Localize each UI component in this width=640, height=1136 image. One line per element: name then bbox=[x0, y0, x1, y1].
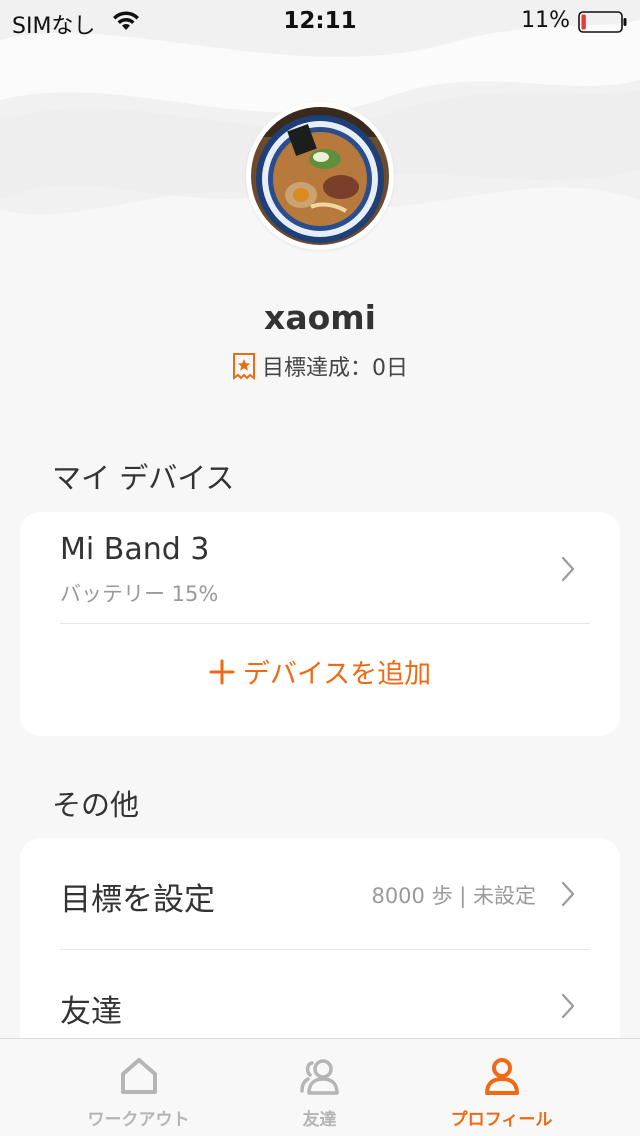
chevron-right-icon bbox=[561, 993, 575, 1019]
set-goal-label: 目標を設定 bbox=[60, 882, 215, 918]
set-goal-row[interactable]: 目標を設定 8000 歩 | 未設定 bbox=[20, 838, 620, 950]
tab-bar: ワークアウト 友達 プロフィール bbox=[0, 1038, 640, 1136]
add-device-label: デバイスを追加 bbox=[242, 659, 432, 690]
goal-streak: 目標達成：0日 bbox=[0, 350, 640, 382]
tab-profile[interactable]: プロフィール bbox=[395, 1039, 608, 1136]
friends-label: 友達 bbox=[60, 994, 122, 1030]
device-battery: バッテリー 15% bbox=[60, 582, 219, 606]
add-device-button[interactable]: デバイスを追加 bbox=[20, 652, 620, 691]
ramen-bowl-photo bbox=[251, 107, 389, 245]
avatar[interactable] bbox=[246, 102, 394, 250]
profile-screen: SIMなし 12:11 11% xaomi 目標達成：0日 マイ デバイス Mi… bbox=[0, 0, 640, 1136]
star-badge-icon bbox=[233, 353, 255, 380]
device-name: Mi Band 3 bbox=[60, 532, 210, 567]
battery-level-fill bbox=[581, 14, 586, 30]
tab-profile-label: プロフィール bbox=[450, 1110, 553, 1130]
divider bbox=[60, 623, 590, 624]
chevron-right-icon bbox=[561, 881, 575, 907]
battery-percent-label: 11% bbox=[521, 8, 570, 33]
home-icon bbox=[121, 1058, 157, 1094]
others-heading: その他 bbox=[52, 788, 140, 822]
set-goal-value: 8000 歩 | 未設定 bbox=[371, 884, 536, 908]
devices-card: Mi Band 3 バッテリー 15% デバイスを追加 bbox=[20, 512, 620, 736]
battery-icon bbox=[578, 11, 627, 33]
status-bar: SIMなし 12:11 11% bbox=[0, 0, 640, 44]
username: xaomi bbox=[264, 298, 376, 337]
chevron-right-icon bbox=[561, 556, 575, 582]
profile-icon bbox=[485, 1058, 519, 1095]
plus-icon bbox=[209, 659, 235, 684]
device-row-mi-band-3[interactable]: Mi Band 3 バッテリー 15% bbox=[20, 512, 620, 624]
goal-streak-label: 目標達成：0日 bbox=[262, 356, 408, 381]
my-devices-heading: マイ デバイス bbox=[52, 461, 235, 495]
friends-icon bbox=[300, 1059, 339, 1095]
